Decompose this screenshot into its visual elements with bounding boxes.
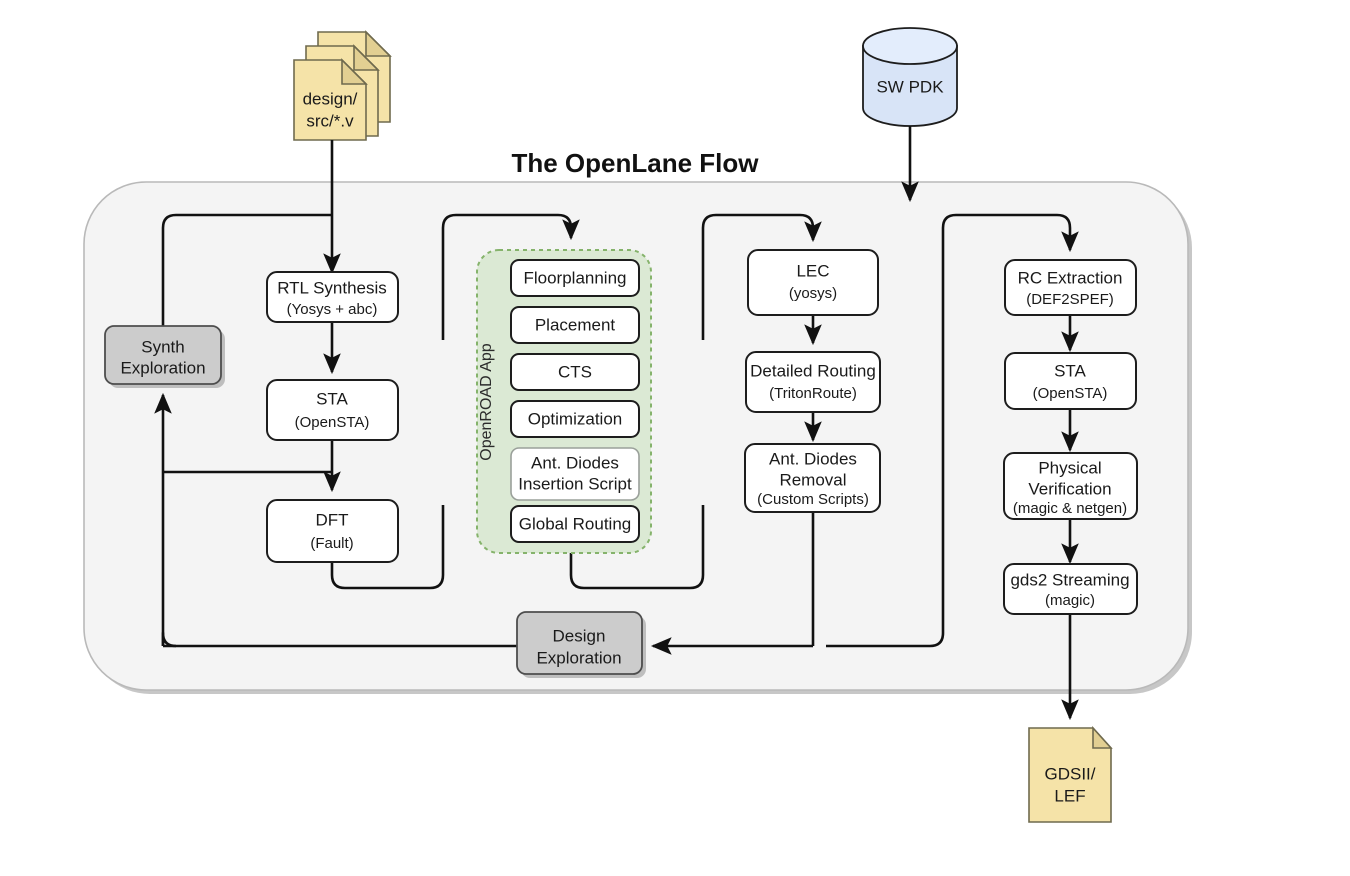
node-design-exploration[interactable]: Design Exploration — [516, 611, 646, 678]
node-ant-diodes-removal[interactable]: Ant. Diodes Removal (Custom Scripts) — [744, 443, 881, 513]
column-synthesis: RTL Synthesis (Yosys + abc) STA (OpenSTA… — [266, 271, 399, 563]
node-dft[interactable]: DFT (Fault) — [266, 499, 399, 563]
node-sta-pre[interactable]: STA (OpenSTA) — [266, 379, 399, 441]
openroad-app-group: OpenROAD App Floorplanning Placement CTS… — [476, 249, 652, 554]
node-sta-post-label: STA — [1054, 361, 1086, 380]
node-physical-verification-sub: (magic & netgen) — [1013, 500, 1127, 517]
node-sta-pre-sub: (OpenSTA) — [295, 414, 370, 431]
node-gds2-streaming[interactable]: gds2 Streaming (magic) — [1003, 563, 1138, 615]
node-physical-verification[interactable]: Physical Verification (magic & netgen) — [1003, 452, 1138, 520]
node-rtl-synthesis[interactable]: RTL Synthesis (Yosys + abc) — [266, 271, 399, 323]
node-dft-label: DFT — [315, 510, 348, 529]
node-floorplanning-label: Floorplanning — [523, 268, 626, 287]
design-src-line1: design/ — [303, 89, 358, 108]
page-title: The OpenLane Flow — [511, 148, 759, 178]
gdsii-lef-node: GDSII/ LEF — [1028, 725, 1113, 823]
node-optimization[interactable]: Optimization — [510, 400, 640, 438]
node-detailed-routing-sub: (TritonRoute) — [769, 385, 857, 402]
node-placement[interactable]: Placement — [510, 306, 640, 344]
design-src-node: design/ src/*.v — [293, 30, 392, 141]
gdsii-lef-line2: LEF — [1054, 786, 1085, 805]
design-exploration-line2: Exploration — [536, 648, 621, 667]
openlane-flow-diagram: The OpenLane Flow design/ src/*.v SW PDK — [83, 27, 1192, 823]
node-physical-verification-line2: Verification — [1028, 479, 1111, 498]
node-sta-post-sub: (OpenSTA) — [1033, 385, 1108, 402]
design-src-line2: src/*.v — [306, 111, 354, 130]
node-synth-exploration[interactable]: Synth Exploration — [104, 325, 225, 388]
synth-exploration-line2: Exploration — [120, 358, 205, 377]
node-ant-diodes-removal-line2: Removal — [779, 470, 846, 489]
node-gds2-streaming-label: gds2 Streaming — [1010, 570, 1129, 589]
node-ant-diodes-insertion[interactable]: Ant. Diodes Insertion Script — [510, 447, 640, 501]
node-rc-extraction-sub: (DEF2SPEF) — [1026, 291, 1114, 308]
node-ant-diodes-insertion-line1: Ant. Diodes — [531, 453, 619, 472]
node-dft-sub: (Fault) — [310, 535, 353, 552]
synth-exploration-line1: Synth — [141, 337, 184, 356]
node-physical-verification-line1: Physical — [1038, 458, 1101, 477]
node-rtl-synthesis-label: RTL Synthesis — [277, 278, 387, 297]
node-cts-label: CTS — [558, 362, 592, 381]
node-sta-post[interactable]: STA (OpenSTA) — [1004, 352, 1137, 410]
node-lec[interactable]: LEC (yosys) — [747, 249, 879, 316]
node-global-routing[interactable]: Global Routing — [510, 505, 640, 543]
node-placement-label: Placement — [535, 315, 616, 334]
node-rc-extraction-label: RC Extraction — [1018, 268, 1123, 287]
openroad-app-group-label: OpenROAD App — [478, 343, 495, 461]
node-cts[interactable]: CTS — [510, 353, 640, 391]
node-lec-sub: (yosys) — [789, 285, 837, 302]
node-rtl-synthesis-sub: (Yosys + abc) — [287, 301, 378, 318]
node-ant-diodes-removal-sub: (Custom Scripts) — [757, 491, 869, 508]
sw-pdk-node: SW PDK — [862, 27, 958, 127]
node-lec-label: LEC — [796, 261, 829, 280]
design-exploration-line1: Design — [553, 626, 606, 645]
column-routing: LEC (yosys) Detailed Routing (TritonRout… — [744, 249, 881, 513]
node-detailed-routing-label: Detailed Routing — [750, 361, 876, 380]
node-detailed-routing[interactable]: Detailed Routing (TritonRoute) — [745, 351, 881, 413]
node-rc-extraction[interactable]: RC Extraction (DEF2SPEF) — [1004, 259, 1137, 316]
node-ant-diodes-removal-line1: Ant. Diodes — [769, 449, 857, 468]
node-ant-diodes-insertion-line2: Insertion Script — [518, 474, 632, 493]
diagram-canvas: The OpenLane Flow design/ src/*.v SW PDK — [0, 0, 1350, 876]
node-global-routing-label: Global Routing — [519, 514, 631, 533]
sw-pdk-label: SW PDK — [876, 77, 944, 96]
node-floorplanning[interactable]: Floorplanning — [510, 259, 640, 297]
node-gds2-streaming-sub: (magic) — [1045, 592, 1095, 609]
node-sta-pre-label: STA — [316, 389, 348, 408]
gdsii-lef-line1: GDSII/ — [1044, 764, 1095, 783]
node-optimization-label: Optimization — [528, 409, 622, 428]
